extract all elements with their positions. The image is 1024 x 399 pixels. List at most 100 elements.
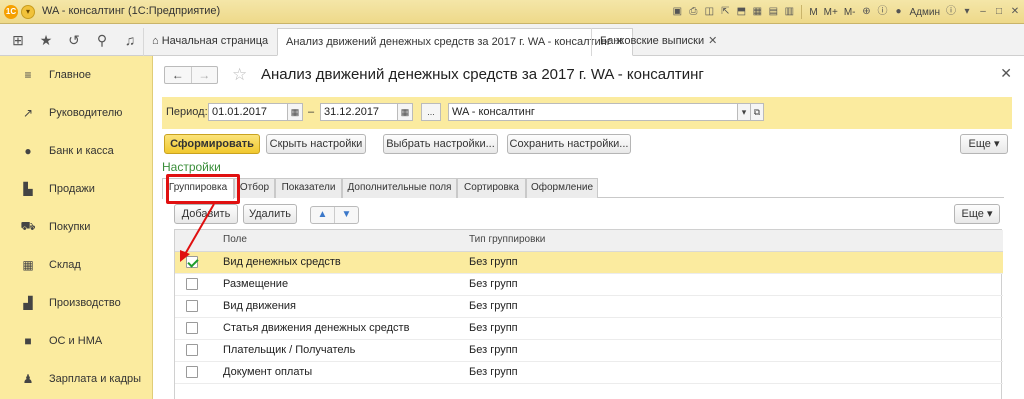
row-checkbox[interactable] xyxy=(186,344,198,356)
sidebar-item-main[interactable]: ≡ Главное xyxy=(0,56,153,94)
arrow-down-icon[interactable]: ▼ xyxy=(334,207,358,223)
tab-additional-fields[interactable]: Дополнительные поля xyxy=(342,178,457,198)
organization-field[interactable]: WA - консалтинг xyxy=(448,103,738,121)
back-icon[interactable]: ← xyxy=(165,67,191,83)
separator xyxy=(801,5,803,19)
table-row[interactable]: Вид движения Без групп xyxy=(175,296,1003,318)
history-icon[interactable]: ↺ xyxy=(66,32,82,48)
more-button[interactable]: Еще ▾ xyxy=(960,134,1008,154)
calendar-icon[interactable]: ▤ xyxy=(766,5,780,19)
star-icon[interactable]: ☆ xyxy=(232,65,247,85)
row-type: Без групп xyxy=(469,278,518,290)
save-icon[interactable]: ▣ xyxy=(670,5,684,19)
sidebar-item-production[interactable]: ▟ Производство xyxy=(0,284,153,322)
forward-icon[interactable]: → xyxy=(190,67,218,83)
calculator-icon[interactable]: ▦ xyxy=(750,5,764,19)
link-icon[interactable]: ⇱ xyxy=(718,5,732,19)
tab-bank-statements-label: Банковские выписки xyxy=(600,35,705,47)
tab-bank-statements[interactable]: Банковские выписки ✕ xyxy=(591,28,725,56)
main-menu-button[interactable]: ▾ xyxy=(21,5,35,19)
row-field: Вид движения xyxy=(223,300,297,312)
row-type: Без групп xyxy=(469,322,518,334)
tab-home[interactable]: ⌂ Начальная страница xyxy=(143,28,276,56)
close-form-icon[interactable]: ✕ xyxy=(1000,65,1012,82)
row-checkbox[interactable] xyxy=(186,366,198,378)
search-icon[interactable]: ⚲ xyxy=(94,32,110,48)
sidebar-item-assets[interactable]: ■ ОС и НМА xyxy=(0,322,153,360)
help-icon[interactable]: ⓘ xyxy=(944,5,958,19)
close-tab-icon[interactable]: ✕ xyxy=(708,35,717,47)
calendar-icon[interactable]: ▦ xyxy=(287,103,303,121)
sidebar-item-warehouse[interactable]: ▦ Склад xyxy=(0,246,153,284)
calendar-icon[interactable]: ▦ xyxy=(397,103,413,121)
panel-icons: ⊞ ★ ↺ ⚲ ♫ xyxy=(0,24,143,56)
dropdown-icon[interactable]: ▾ xyxy=(737,103,751,121)
period-select-button[interactable]: ... xyxy=(421,103,441,121)
close-icon[interactable]: ✕ xyxy=(1008,5,1022,19)
sidebar-item-label: Главное xyxy=(49,69,92,81)
highlight-box xyxy=(166,174,240,204)
sidebar-item-bank[interactable]: ● Банк и касса xyxy=(0,132,153,170)
sidebar-item-label: Банк и касса xyxy=(49,145,114,157)
table-row[interactable]: Размещение Без групп xyxy=(175,274,1003,296)
tab-home-label: Начальная страница xyxy=(161,35,269,47)
row-field: Плательщик / Получатель xyxy=(223,344,356,356)
calc-icon[interactable]: ▥ xyxy=(782,5,796,19)
row-checkbox[interactable] xyxy=(186,256,198,268)
generate-button[interactable]: Сформировать xyxy=(164,134,260,154)
table-row[interactable]: Статья движения денежных средств Без гру… xyxy=(175,318,1003,340)
row-checkbox[interactable] xyxy=(186,300,198,312)
minimize-icon[interactable]: – xyxy=(976,5,990,19)
memory-button[interactable]: M xyxy=(807,7,819,18)
title-toolbar: ▣ ⎙ ◫ ⇱ ⬒ ▦ ▤ ▥ M M+ M- ⊕ ⓘ ● Админ ⓘ ▾ … xyxy=(670,3,1022,21)
maximize-icon[interactable]: □ xyxy=(992,5,1006,19)
bell-icon[interactable]: ♫ xyxy=(122,32,138,48)
grid-more-label: Еще xyxy=(961,208,984,220)
app-logo: 1С xyxy=(4,5,18,19)
table-row[interactable]: Плательщик / Получатель Без групп xyxy=(175,340,1003,362)
coin-icon: ● xyxy=(24,144,32,158)
tab-indicators[interactable]: Показатели xyxy=(275,178,342,198)
save-settings-button[interactable]: Сохранить настройки... xyxy=(507,134,631,154)
tab-filter[interactable]: Отбор xyxy=(234,178,275,198)
column-field: Поле xyxy=(223,234,247,245)
hide-settings-button[interactable]: Скрыть настройки xyxy=(266,134,366,154)
tab-appearance[interactable]: Оформление xyxy=(526,178,598,198)
warehouse-icon: ▦ xyxy=(22,258,34,272)
memory-plus-button[interactable]: M+ xyxy=(822,7,840,18)
favorites-icon[interactable]: ★ xyxy=(38,32,54,48)
choose-settings-button[interactable]: Выбрать настройки... xyxy=(383,134,498,154)
tab-sorting[interactable]: Сортировка xyxy=(457,178,526,198)
user-name[interactable]: Админ xyxy=(908,7,943,18)
open-icon[interactable]: ⧉ xyxy=(750,103,764,121)
sidebar-item-purchases[interactable]: ⛟ Покупки xyxy=(0,208,153,246)
row-field: Документ оплаты xyxy=(223,366,313,378)
table-row[interactable]: Вид денежных средств Без групп xyxy=(175,252,1003,274)
sidebar-item-manager[interactable]: ↗ Руководителю xyxy=(0,94,153,132)
add-button[interactable]: Добавить xyxy=(174,204,238,224)
tab-report[interactable]: Анализ движений денежных средств за 2017… xyxy=(277,28,634,56)
row-type: Без групп xyxy=(469,366,518,378)
truck-icon: ■ xyxy=(24,334,32,348)
memory-minus-button[interactable]: M- xyxy=(842,7,858,18)
zoom-icon[interactable]: ⊕ xyxy=(860,5,874,19)
date-from-field[interactable]: 01.01.2017 xyxy=(208,103,288,121)
grid-menu-icon[interactable]: ⊞ xyxy=(10,32,26,48)
table-row[interactable]: Документ оплаты Без групп xyxy=(175,362,1003,384)
preview-icon[interactable]: ◫ xyxy=(702,5,716,19)
dropdown-icon[interactable]: ▾ xyxy=(960,5,974,19)
attach-icon[interactable]: ⬒ xyxy=(734,5,748,19)
grid-more-button[interactable]: Еще ▾ xyxy=(954,204,1000,224)
row-checkbox[interactable] xyxy=(186,278,198,290)
arrow-up-icon[interactable]: ▲ xyxy=(311,207,334,223)
date-to-field[interactable]: 31.12.2017 xyxy=(320,103,398,121)
info-icon[interactable]: ⓘ xyxy=(876,5,890,19)
print-icon[interactable]: ⎙ xyxy=(686,5,700,19)
row-checkbox[interactable] xyxy=(186,322,198,334)
sidebar-item-label: Руководителю xyxy=(49,107,123,119)
grouping-table: Поле Тип группировки Вид денежных средст… xyxy=(174,229,1003,399)
delete-button[interactable]: Удалить xyxy=(243,204,297,224)
sidebar-item-sales[interactable]: ▙ Продажи xyxy=(0,170,153,208)
trend-icon: ↗ xyxy=(22,106,34,120)
sidebar-item-payroll[interactable]: ♟ Зарплата и кадры xyxy=(0,360,153,398)
